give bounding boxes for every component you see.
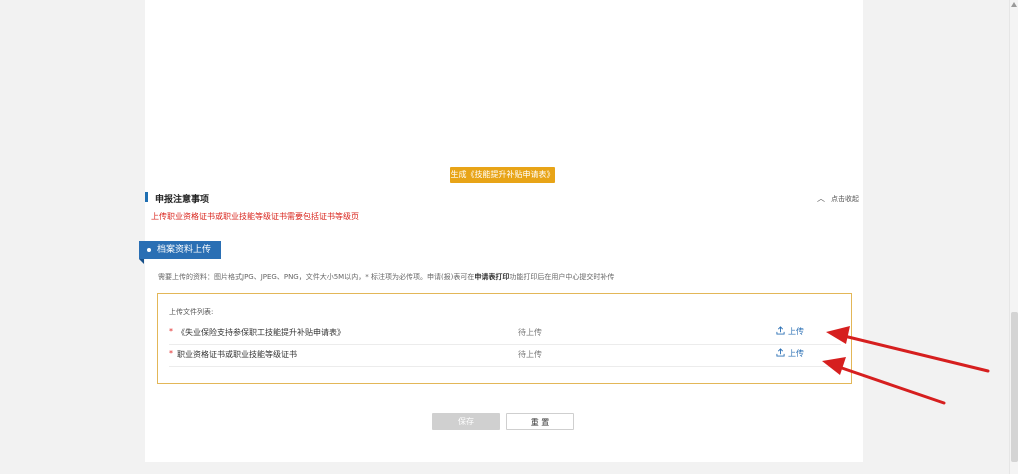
red-arrow-icon [826,326,990,373]
red-arrow-icon [822,357,946,405]
scroll-thumb[interactable] [1011,312,1018,462]
annotation-arrows [822,326,990,405]
scroll-up-arrow-icon[interactable] [1011,2,1017,7]
vertical-scrollbar[interactable] [1009,0,1018,474]
